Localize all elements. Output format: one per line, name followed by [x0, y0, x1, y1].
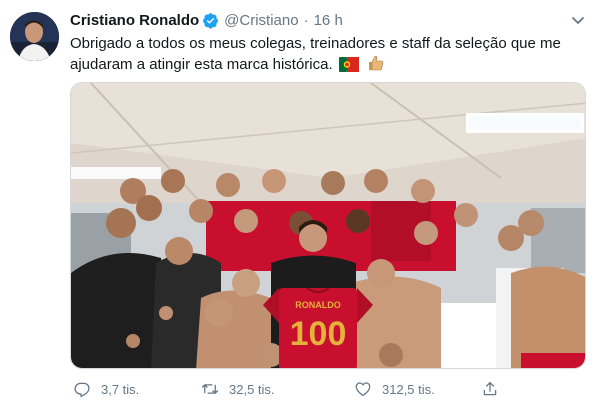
- separator-dot: ·: [303, 11, 309, 29]
- jersey-name: RONALDO: [295, 300, 341, 310]
- share-button[interactable]: [481, 380, 509, 398]
- tweet-body: Obrigado a todos os meus colegas, treina…: [70, 35, 561, 73]
- verified-badge-icon: [202, 12, 219, 29]
- thumbs-up-icon: [367, 54, 385, 78]
- share-icon: [483, 381, 497, 396]
- retweet-icon: [201, 384, 219, 394]
- portugal-flag-icon: [338, 57, 359, 78]
- like-button[interactable]: 312,5 tis.: [354, 380, 435, 398]
- tweet-text: Obrigado a todos os meus colegas, treina…: [70, 34, 585, 78]
- timestamp[interactable]: 16 h: [314, 12, 343, 29]
- jersey-number: 100: [290, 315, 347, 353]
- retweet-button[interactable]: 32,5 tis.: [201, 380, 275, 398]
- tweet-card[interactable]: Cristiano Ronaldo @Cristiano · 16 h Obri…: [0, 0, 600, 407]
- chevron-down-icon[interactable]: [570, 12, 586, 28]
- reply-count: 3,7 tis.: [101, 381, 140, 397]
- tweet-photo[interactable]: RONALDO 100: [70, 82, 586, 369]
- tweet-actions: 3,7 tis. 32,5 tis. 312,5 tis.: [70, 380, 540, 400]
- reply-button[interactable]: 3,7 tis.: [73, 380, 139, 398]
- reply-icon: [74, 382, 90, 398]
- heart-icon: [355, 382, 371, 397]
- author-handle[interactable]: @Cristiano: [224, 12, 298, 29]
- like-count: 312,5 tis.: [382, 381, 435, 397]
- retweet-count: 32,5 tis.: [229, 381, 275, 397]
- avatar[interactable]: [10, 12, 59, 61]
- tweet-header: Cristiano Ronaldo @Cristiano · 16 h: [70, 10, 343, 30]
- author-name[interactable]: Cristiano Ronaldo: [70, 12, 199, 29]
